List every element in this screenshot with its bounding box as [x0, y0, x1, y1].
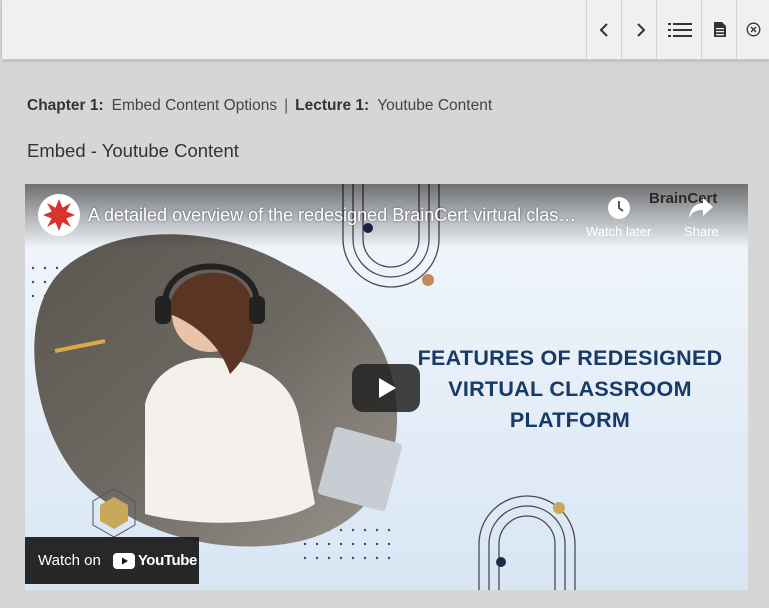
youtube-wordmark: YouTube: [137, 552, 198, 569]
headline-line: FEATURES OF REDESIGNED: [417, 346, 723, 370]
watch-on-label: Watch on: [38, 552, 101, 569]
breadcrumb-separator: |: [284, 97, 289, 114]
headline-line: VIRTUAL CLASSROOM: [448, 377, 692, 401]
chevron-right-icon: [636, 22, 645, 37]
top-toolbar: [2, 0, 769, 60]
lecture-label: Lecture 1:: [295, 97, 370, 114]
chapter-title: Embed Content Options: [111, 97, 278, 114]
play-button[interactable]: [352, 364, 420, 412]
youtube-play-icon: [112, 552, 135, 569]
headline-line: PLATFORM: [509, 408, 631, 432]
channel-avatar[interactable]: [38, 194, 80, 236]
document-button[interactable]: [701, 0, 737, 59]
curriculum-list-button[interactable]: [656, 0, 702, 59]
chapter-label: Chapter 1:: [27, 97, 104, 114]
clock-icon: [607, 197, 630, 219]
youtube-embed[interactable]: A detailed overview of the redesigned Br…: [25, 184, 748, 590]
thumbnail-headline: FEATURES OF REDESIGNED VIRTUAL CLASSROOM…: [395, 343, 745, 436]
watch-on-youtube-button[interactable]: Watch on YouTube: [25, 537, 199, 584]
watch-later-button[interactable]: Watch later: [586, 196, 651, 239]
previous-button[interactable]: [586, 0, 622, 59]
braincert-logo-icon: [38, 194, 80, 236]
list-icon: [667, 22, 692, 37]
share-label: Share: [684, 224, 719, 239]
document-icon: [713, 22, 726, 37]
share-icon: [689, 198, 714, 218]
youtube-logo: YouTube: [112, 552, 198, 569]
watch-later-label: Watch later: [586, 224, 652, 239]
close-circle-icon: [746, 22, 761, 37]
video-title[interactable]: A detailed overview of the redesigned Br…: [88, 205, 578, 226]
breadcrumb: Chapter 1: Embed Content Options | Lecture …: [27, 97, 492, 115]
close-button[interactable]: [736, 0, 769, 59]
chevron-left-icon: [599, 22, 608, 37]
play-icon: [352, 364, 420, 412]
lecture-title: Youtube Content: [377, 97, 493, 114]
share-button[interactable]: Share: [684, 196, 719, 239]
page-title: Embed - Youtube Content: [27, 140, 239, 161]
next-button[interactable]: [621, 0, 657, 59]
